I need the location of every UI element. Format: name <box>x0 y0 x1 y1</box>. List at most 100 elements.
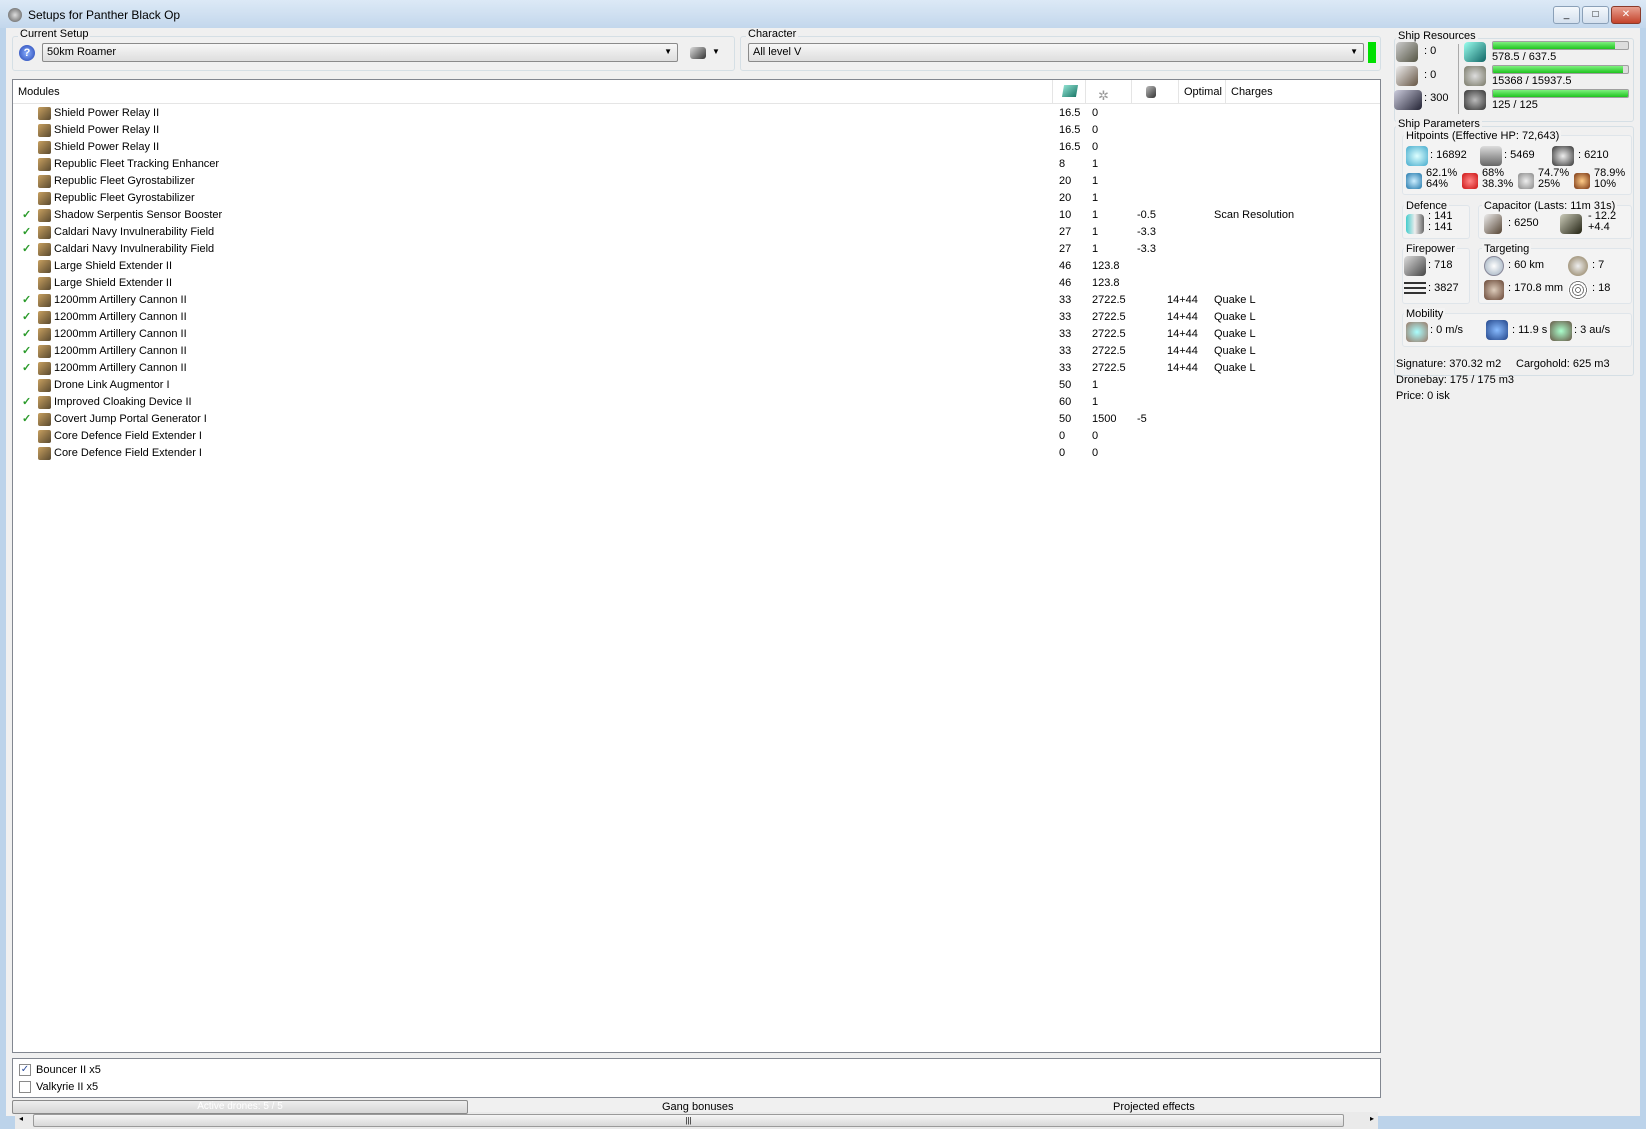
module-list-header: Modules ✲ Optimal Charges <box>13 80 1380 104</box>
module-icon <box>38 175 51 188</box>
character-label: Character <box>746 28 799 40</box>
module-icon <box>38 243 51 256</box>
module-icon <box>38 328 51 341</box>
max-targets-icon <box>1568 256 1588 276</box>
module-row[interactable]: ✓ Improved Cloaking Device II 60 1 <box>13 394 1380 411</box>
help-icon[interactable]: ? <box>19 45 35 61</box>
maximize-button[interactable]: □ <box>1582 6 1609 24</box>
module-row[interactable]: ✓ Shadow Serpentis Sensor Booster 10 1 -0.5 S… <box>13 207 1380 224</box>
volley-icon <box>1404 282 1426 294</box>
module-capacitor: -3.3 <box>1137 226 1156 238</box>
column-header-cpu[interactable] <box>1053 80 1086 104</box>
active-check-icon: ✓ <box>22 328 32 340</box>
capacitor-recharge-icon <box>1560 214 1582 234</box>
ship-options-button[interactable]: ▼ <box>688 44 724 62</box>
module-icon <box>38 311 51 324</box>
module-name: Core Defence Field Extender I <box>54 447 202 459</box>
close-button[interactable]: ✕ <box>1611 6 1641 24</box>
column-header-powergrid[interactable]: ✲ <box>1086 80 1132 104</box>
module-charges: Scan Resolution <box>1214 209 1295 221</box>
horizontal-scrollbar[interactable]: ◂ ||| ▸ <box>15 1112 1378 1129</box>
module-optimal: 14+44 <box>1167 311 1198 323</box>
scroll-left-arrow[interactable]: ◂ <box>19 1114 23 1123</box>
drone-label: Bouncer II x5 <box>36 1064 101 1076</box>
module-name: Shield Power Relay II <box>54 124 160 136</box>
module-row[interactable]: Large Shield Extender II 46 123.8 <box>13 275 1380 292</box>
column-header-charges[interactable]: Charges <box>1226 80 1380 104</box>
module-row[interactable]: Shield Power Relay II 16.5 0 <box>13 122 1380 139</box>
title-bar: Setups for Panther Black Op _ □ ✕ <box>0 0 1646 28</box>
module-icon <box>38 141 51 154</box>
drone-checkbox[interactable] <box>19 1081 31 1093</box>
module-name: Drone Link Augmentor I <box>54 379 170 391</box>
module-row[interactable]: ✓ 1200mm Artillery Cannon II 33 2722.5 14+44… <box>13 343 1380 360</box>
active-drones-button[interactable]: Active drones: 5 / 5 <box>12 1100 468 1114</box>
module-cpu: 8 <box>1059 158 1066 170</box>
module-row[interactable]: ✓ 1200mm Artillery Cannon II 33 2722.5 14+44… <box>13 360 1380 377</box>
cpu-icon <box>1464 42 1486 62</box>
projected-effects-tab[interactable]: Projected effects <box>1113 1101 1195 1113</box>
module-cpu: 33 <box>1059 294 1072 306</box>
active-check-icon: ✓ <box>22 209 32 221</box>
module-row[interactable]: ✓ Caldari Navy Invulnerability Field 27 1 -3… <box>13 224 1380 241</box>
column-header-optimal[interactable]: Optimal <box>1179 80 1226 104</box>
module-row[interactable]: Republic Fleet Gyrostabilizer 20 1 <box>13 190 1380 207</box>
drone-checkbox[interactable]: ✓ <box>19 1064 31 1076</box>
module-capacitor: -3.3 <box>1137 243 1156 255</box>
module-list[interactable]: Modules ✲ Optimal Charges Shield Power R… <box>12 79 1381 1129</box>
scroll-right-arrow[interactable]: ▸ <box>1370 1114 1374 1123</box>
character-select[interactable]: All level V ▼ <box>748 43 1364 62</box>
module-row[interactable]: Republic Fleet Tracking Enhancer 8 1 <box>13 156 1380 173</box>
module-row[interactable]: ✓ 1200mm Artillery Cannon II 33 2722.5 14+44… <box>13 326 1380 343</box>
ship-icon <box>690 47 706 59</box>
setup-select[interactable]: 50km Roamer ▼ <box>42 43 678 62</box>
module-charges: Quake L <box>1214 328 1256 340</box>
module-name: 1200mm Artillery Cannon II <box>54 294 187 306</box>
align-time-value: : 11.9 s <box>1512 324 1548 336</box>
module-row[interactable]: Large Shield Extender II 46 123.8 <box>13 258 1380 275</box>
module-row[interactable]: ✓ 1200mm Artillery Cannon II 33 2722.5 14+44… <box>13 309 1380 326</box>
mobility-title: Mobility <box>1404 308 1446 320</box>
drone-list: ✓ Bouncer II x5 Valkyrie II x5 <box>12 1058 1381 1098</box>
capacitor-recharge: +4.4 <box>1588 221 1610 233</box>
module-icon <box>38 430 51 443</box>
armor-icon <box>1480 146 1502 166</box>
module-name: Shield Power Relay II <box>54 141 160 153</box>
module-row[interactable]: Shield Power Relay II 16.5 0 <box>13 105 1380 122</box>
active-check-icon: ✓ <box>22 413 32 425</box>
module-icon <box>38 124 51 137</box>
explosive-resist-icon <box>1574 173 1590 189</box>
module-name: Large Shield Extender II <box>54 277 173 289</box>
module-row[interactable]: Republic Fleet Gyrostabilizer 20 1 <box>13 173 1380 190</box>
scrollbar-thumb[interactable]: ||| <box>33 1114 1344 1127</box>
module-powergrid: 0 <box>1092 430 1099 442</box>
signature-text: Signature: 370.32 m2 <box>1396 358 1502 370</box>
module-icon <box>38 260 51 273</box>
module-icon <box>38 447 51 460</box>
kinetic-resist: 74.7% 25% <box>1538 168 1569 190</box>
module-icon <box>38 345 51 358</box>
align-time-icon <box>1486 320 1508 340</box>
module-optimal: 14+44 <box>1167 362 1198 374</box>
cpu-value: 578.5 / 637.5 <box>1492 51 1557 63</box>
armor-repair-value: : 141 <box>1428 221 1453 233</box>
module-icon <box>38 362 51 375</box>
column-header-modules[interactable]: Modules <box>13 80 1053 104</box>
module-powergrid: 1 <box>1092 226 1099 238</box>
window-title: Setups for Panther Black Op <box>28 8 181 22</box>
module-row[interactable]: Core Defence Field Extender I 0 0 <box>13 428 1380 445</box>
capacitor-icon <box>1146 86 1156 98</box>
gang-bonuses-tab[interactable]: Gang bonuses <box>662 1101 734 1113</box>
minimize-button[interactable]: _ <box>1553 6 1580 24</box>
module-powergrid: 2722.5 <box>1092 345 1126 357</box>
module-capacitor: -0.5 <box>1137 209 1156 221</box>
module-row[interactable]: Core Defence Field Extender I 0 0 <box>13 445 1380 462</box>
module-cpu: 16.5 <box>1059 107 1081 119</box>
module-row[interactable]: ✓ Caldari Navy Invulnerability Field 27 1 -3… <box>13 241 1380 258</box>
thermal-resist: 68% 38.3% <box>1482 168 1513 190</box>
column-header-capacitor[interactable] <box>1132 80 1179 104</box>
module-row[interactable]: ✓ 1200mm Artillery Cannon II 33 2722.5 14+44… <box>13 292 1380 309</box>
module-row[interactable]: Shield Power Relay II 16.5 0 <box>13 139 1380 156</box>
module-row[interactable]: Drone Link Augmentor I 50 1 <box>13 377 1380 394</box>
module-row[interactable]: ✓ Covert Jump Portal Generator I 50 1500 -5 <box>13 411 1380 428</box>
